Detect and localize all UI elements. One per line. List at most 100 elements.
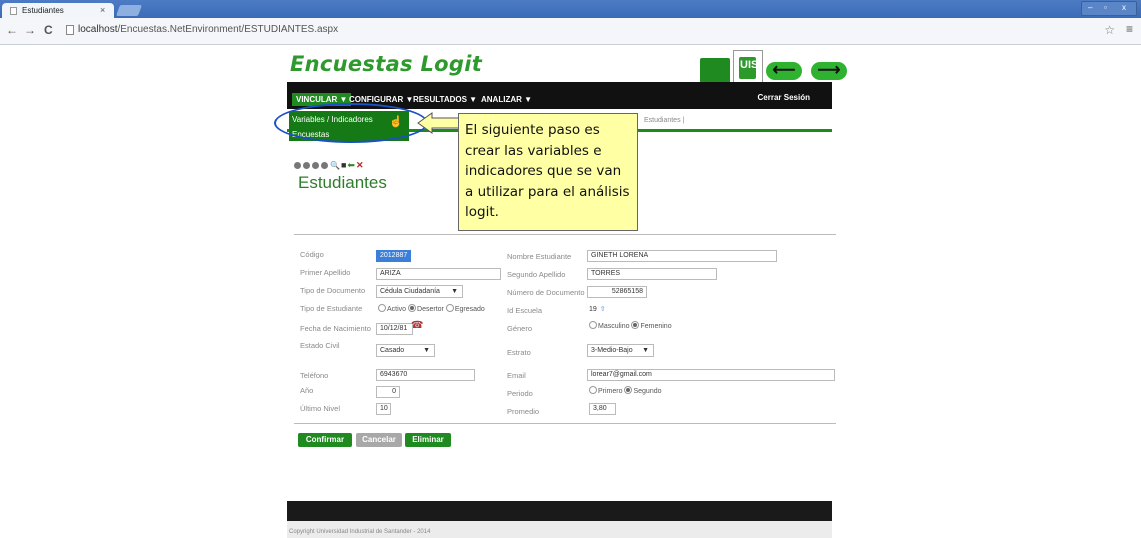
tipo-doc-label: Tipo de Documento	[300, 286, 366, 295]
copyright-text: Copyright Universidad Industrial de Sant…	[289, 529, 431, 535]
site-footer	[287, 501, 832, 521]
instruction-callout: El siguiente paso es crear las variables…	[458, 113, 638, 231]
tab-title: Estudiantes	[22, 6, 64, 15]
estrato-value: 3-Medio-Bajo	[591, 347, 633, 354]
genero-masculino[interactable]: Masculino	[589, 321, 630, 330]
browser-menu-icon[interactable]: ≡	[1126, 22, 1133, 36]
close-window-icon[interactable]: x	[1122, 3, 1126, 12]
site-footer-bottom: Copyright Universidad Industrial de Sant…	[287, 521, 832, 538]
record-toolbar: 🔍■⬅✕	[294, 160, 365, 171]
periodo-primero[interactable]: Primero	[589, 386, 623, 395]
chevron-down-icon: ▼	[451, 288, 458, 295]
calendar-icon[interactable]: ☎	[411, 320, 423, 331]
nav-analizar[interactable]: ANALIZAR ▼	[481, 95, 532, 104]
nivel-label: Último Nivel	[300, 404, 341, 413]
promedio-label: Promedio	[507, 407, 540, 416]
anio-label: Año	[300, 386, 314, 395]
logout-link[interactable]: Cerrar Sesión	[758, 93, 810, 102]
forward-arrow-icon[interactable]: →	[24, 23, 36, 37]
escuela-value: 19	[589, 306, 597, 313]
tipo-doc-value: Cédula Ciudadanía	[380, 288, 440, 295]
forward-arrow-button[interactable]: ⟶	[811, 62, 847, 80]
breadcrumb[interactable]: Estudiantes |	[644, 117, 684, 124]
nombre-label: Nombre Estudiante	[507, 252, 572, 261]
url-text: localhost/Encuestas.NetEnvironment/ESTUD…	[78, 24, 339, 35]
callout-text: El siguiente paso es crear las variables…	[465, 122, 630, 220]
tipo-est-label: Tipo de Estudiante	[300, 304, 363, 313]
codigo-input[interactable]: 2012887	[376, 250, 411, 262]
browser-tab-strip	[0, 0, 1141, 18]
num-doc-input[interactable]: 52865158	[587, 286, 647, 298]
university-logo-icon	[700, 58, 730, 84]
prev-record-icon[interactable]	[303, 162, 310, 170]
escuela-field[interactable]: 19 ⇧	[589, 305, 606, 313]
new-tab-button[interactable]	[115, 5, 143, 16]
back-arrow-button[interactable]: ⟵	[766, 62, 802, 80]
tab-close-icon[interactable]: ×	[100, 5, 105, 15]
page-favicon-icon	[10, 7, 17, 15]
apellido1-label: Primer Apellido	[300, 268, 351, 277]
tipo-est-desertor[interactable]: Desertor	[408, 304, 444, 313]
address-bar[interactable]: localhost/Encuestas.NetEnvironment/ESTUD…	[62, 21, 1082, 39]
nav-resultados[interactable]: RESULTADOS ▼	[413, 95, 477, 104]
new-record-icon[interactable]: ⬅	[347, 160, 356, 170]
codigo-label: Código	[300, 250, 324, 259]
genero-label: Género	[507, 324, 533, 333]
num-doc-label: Número de Documento	[507, 288, 585, 297]
page-title: Estudiantes	[298, 173, 387, 192]
telefono-label: Teléfono	[300, 371, 329, 380]
last-record-icon[interactable]	[321, 162, 328, 170]
tipo-est-activo[interactable]: Activo	[378, 304, 406, 313]
highlight-ellipse	[274, 103, 428, 143]
search-icon[interactable]: 🔍	[330, 161, 341, 170]
email-label: Email	[507, 371, 526, 380]
fecha-label: Fecha de Nacimiento	[300, 324, 371, 333]
civil-label: Estado Civil	[300, 341, 340, 350]
browser-tab[interactable]: Estudiantes ×	[2, 3, 114, 18]
minimize-icon[interactable]: –	[1088, 3, 1092, 12]
periodo-label: Periodo	[507, 389, 533, 398]
page-icon	[66, 25, 74, 35]
form-divider-bottom	[294, 423, 836, 424]
browser-toolbar: ← → C localhost/Encuestas.NetEnvironment…	[0, 18, 1141, 45]
tipo-doc-select[interactable]: Cédula Ciudadanía ▼	[376, 285, 463, 298]
telefono-input[interactable]: 6943670	[376, 369, 475, 381]
nombre-input[interactable]: GINETH LORENA	[587, 250, 777, 262]
confirm-button[interactable]: Confirmar	[298, 433, 352, 447]
delete-icon[interactable]: ✕	[356, 160, 365, 170]
cancel-button[interactable]: Cancelar	[356, 433, 402, 447]
next-record-icon[interactable]	[312, 162, 319, 170]
estrato-select[interactable]: 3-Medio-Bajo ▼	[587, 344, 654, 357]
chevron-down-icon: ▼	[642, 347, 649, 354]
delete-button[interactable]: Eliminar	[405, 433, 451, 447]
tipo-est-radios: Activo Desertor Egresado	[378, 304, 485, 313]
callout-arrow-icon	[417, 112, 461, 134]
maximize-icon[interactable]: ▫	[1104, 3, 1107, 12]
civil-value: Casado	[380, 347, 405, 354]
bookmark-star-icon[interactable]: ☆	[1104, 23, 1115, 37]
lookup-icon[interactable]: ⇧	[600, 306, 606, 313]
first-record-icon[interactable]	[294, 162, 301, 170]
genero-femenino[interactable]: Femenino	[631, 321, 672, 330]
apellido2-input[interactable]: TORRES	[587, 268, 717, 280]
civil-select[interactable]: Casado ▼	[376, 344, 435, 357]
reload-icon[interactable]: C	[44, 23, 53, 37]
window-controls[interactable]: – ▫ x	[1081, 1, 1137, 16]
apellido1-input[interactable]: ARIZA	[376, 268, 501, 280]
apellido2-label: Segundo Apellido	[507, 270, 566, 279]
promedio-input[interactable]: 3,80	[589, 403, 616, 415]
email-input[interactable]: lorear7@gmail.com	[587, 369, 835, 381]
form-divider-top	[294, 234, 836, 235]
back-arrow-icon[interactable]: ←	[6, 23, 18, 37]
estrato-label: Estrato	[507, 348, 531, 357]
escuela-label: Id Escuela	[507, 306, 543, 315]
site-logo: Encuestas Logit	[290, 52, 483, 76]
fecha-input[interactable]: 10/12/81	[376, 323, 413, 335]
tipo-est-egresado[interactable]: Egresado	[445, 304, 485, 313]
periodo-radios: Primero Segundo	[589, 386, 662, 395]
genero-radios: Masculino Femenino	[589, 321, 672, 330]
anio-input[interactable]: 0	[376, 386, 400, 398]
nivel-input[interactable]: 10	[376, 403, 391, 415]
periodo-segundo[interactable]: Segundo	[624, 386, 662, 395]
chevron-down-icon: ▼	[423, 347, 430, 354]
